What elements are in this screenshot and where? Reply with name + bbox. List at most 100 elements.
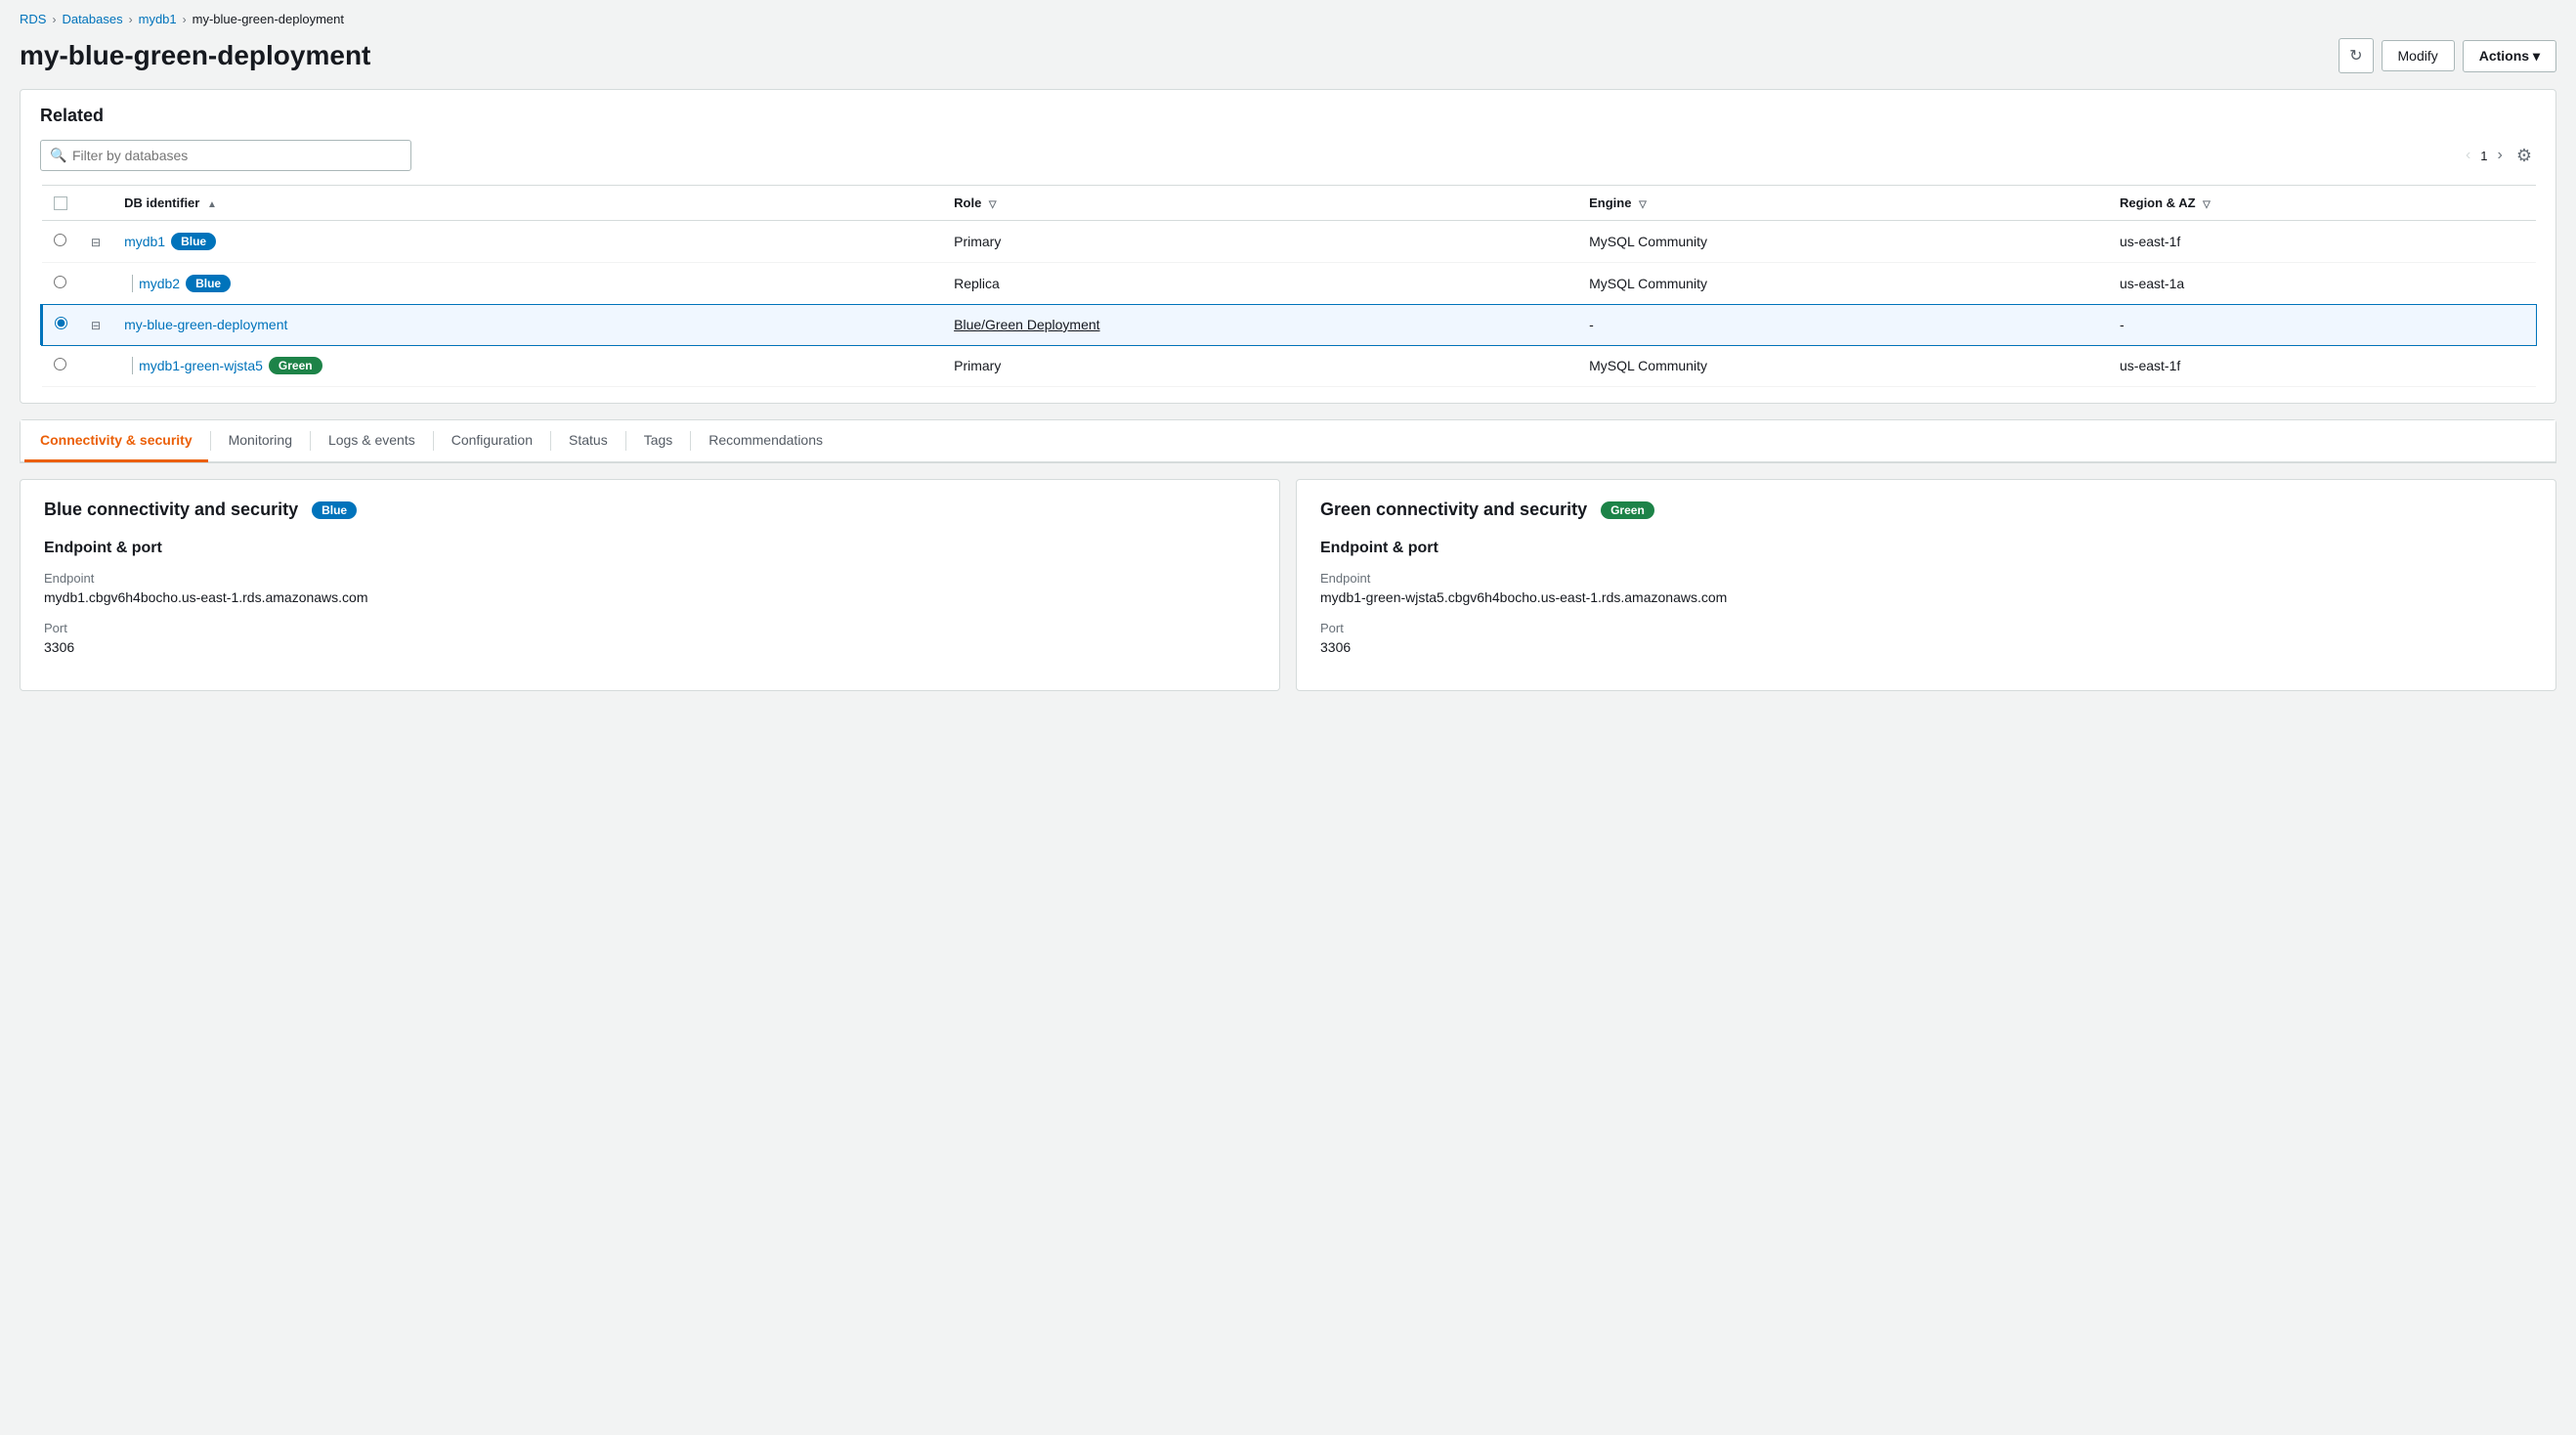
blue-panel: Blue connectivity and security Blue Endp… xyxy=(20,479,1280,691)
table-row[interactable]: mydb2 Blue ReplicaMySQL Communityus-east-1… xyxy=(42,263,2537,305)
breadcrumb-databases[interactable]: Databases xyxy=(62,12,122,26)
tab-item-logs-events[interactable]: Logs & events xyxy=(313,420,431,462)
tab-separator xyxy=(310,431,311,451)
row-expand-cell xyxy=(79,345,112,387)
row-radio[interactable] xyxy=(55,317,67,329)
refresh-button[interactable]: ↻ xyxy=(2339,38,2373,73)
page-header: my-blue-green-deployment ↻ Modify Action… xyxy=(0,32,2576,89)
row-region-cell: us-east-1f xyxy=(2108,221,2536,263)
row-radio[interactable] xyxy=(54,234,66,246)
tabs-bar: Connectivity & securityMonitoringLogs & … xyxy=(21,420,2555,462)
green-panel-badge: Green xyxy=(1601,501,1654,519)
tabs-section: Connectivity & securityMonitoringLogs & … xyxy=(20,419,2556,463)
related-table: DB identifier ▲ Role ▽ Engine ▽ Region &… xyxy=(40,185,2536,387)
tab-item-recommendations[interactable]: Recommendations xyxy=(693,420,838,462)
row-engine-cell: MySQL Community xyxy=(1577,221,2108,263)
actions-button[interactable]: Actions ▾ xyxy=(2463,40,2556,72)
blue-panel-badge: Blue xyxy=(312,501,357,519)
row-db-identifier-cell: my-blue-green-deployment xyxy=(112,305,942,345)
table-settings-button[interactable]: ⚙ xyxy=(2512,144,2536,168)
blue-endpoint-label: Endpoint xyxy=(44,571,1256,586)
page-number: 1 xyxy=(2480,149,2487,163)
green-port-label: Port xyxy=(1320,621,2532,635)
blue-port-value: 3306 xyxy=(44,639,1256,655)
col-expand xyxy=(79,186,112,221)
filter-input[interactable] xyxy=(40,140,411,171)
tab-item-monitoring[interactable]: Monitoring xyxy=(213,420,308,462)
breadcrumb: RDS › Databases › mydb1 › my-blue-green-… xyxy=(0,0,2576,32)
row-radio-cell[interactable] xyxy=(42,221,80,263)
prev-page-button[interactable]: ‹ xyxy=(2462,145,2474,166)
breadcrumb-mydb1[interactable]: mydb1 xyxy=(139,12,177,26)
tab-item-configuration[interactable]: Configuration xyxy=(436,420,548,462)
tab-item-tags[interactable]: Tags xyxy=(628,420,689,462)
db-identifier-link[interactable]: mydb2 xyxy=(139,276,180,291)
select-all-checkbox[interactable] xyxy=(54,196,67,210)
next-page-button[interactable]: › xyxy=(2494,145,2507,166)
db-badge: Blue xyxy=(186,275,231,292)
row-expand-cell[interactable]: ⊟ xyxy=(79,305,112,345)
modify-button[interactable]: Modify xyxy=(2382,40,2455,71)
filter-input-wrap: 🔍 xyxy=(40,140,411,171)
indent-line xyxy=(132,275,133,292)
row-region-cell: us-east-1f xyxy=(2108,345,2536,387)
expand-icon[interactable]: ⊟ xyxy=(91,319,101,332)
header-actions: ↻ Modify Actions ▾ xyxy=(2339,38,2556,73)
tab-separator xyxy=(210,431,211,451)
row-db-identifier-cell: mydb1 Blue xyxy=(112,221,942,263)
expand-icon[interactable]: ⊟ xyxy=(91,236,101,249)
db-identifier-link[interactable]: mydb1-green-wjsta5 xyxy=(139,358,263,373)
breadcrumb-current: my-blue-green-deployment xyxy=(193,12,344,26)
db-badge: Green xyxy=(269,357,322,374)
page-title: my-blue-green-deployment xyxy=(20,40,370,71)
blue-port-label: Port xyxy=(44,621,1256,635)
col-engine: Engine ▽ xyxy=(1577,186,2108,221)
row-role-cell: Replica xyxy=(942,263,1577,305)
row-region-cell: - xyxy=(2108,305,2536,345)
tab-separator xyxy=(550,431,551,451)
related-title: Related xyxy=(40,106,2536,126)
row-radio[interactable] xyxy=(54,276,66,288)
content-panels: Blue connectivity and security Blue Endp… xyxy=(0,463,2576,707)
blue-endpoint-value: mydb1.cbgv6h4bocho.us-east-1.rds.amazona… xyxy=(44,589,1256,605)
green-port-value: 3306 xyxy=(1320,639,2532,655)
row-role-cell: Primary xyxy=(942,345,1577,387)
sort-region-icon: ▽ xyxy=(2203,199,2211,210)
col-db-identifier: DB identifier ▲ xyxy=(112,186,942,221)
pagination-controls: ‹ 1 › ⚙ xyxy=(2462,144,2536,168)
row-role-cell: Primary xyxy=(942,221,1577,263)
breadcrumb-sep-2: › xyxy=(129,13,133,26)
row-radio-cell[interactable] xyxy=(42,263,80,305)
row-region-cell: us-east-1a xyxy=(2108,263,2536,305)
related-card: Related 🔍 ‹ 1 › ⚙ xyxy=(20,89,2556,404)
sort-db-identifier-icon: ▲ xyxy=(207,199,217,210)
row-radio-cell[interactable] xyxy=(42,305,80,345)
table-row[interactable]: ⊟ mydb1 Blue PrimaryMySQL Communityus-east-… xyxy=(42,221,2537,263)
db-badge: Blue xyxy=(171,233,216,250)
table-row[interactable]: ⊟my-blue-green-deploymentBlue/Green Depl… xyxy=(42,305,2537,345)
row-engine-cell: - xyxy=(1577,305,2108,345)
breadcrumb-rds[interactable]: RDS xyxy=(20,12,46,26)
row-radio[interactable] xyxy=(54,358,66,370)
sort-role-icon: ▽ xyxy=(989,199,997,210)
breadcrumb-sep-3: › xyxy=(183,13,187,26)
search-icon: 🔍 xyxy=(50,148,66,164)
tab-separator xyxy=(625,431,626,451)
table-row[interactable]: mydb1-green-wjsta5GreenPrimaryMySQL Comm… xyxy=(42,345,2537,387)
row-expand-cell[interactable]: ⊟ xyxy=(79,221,112,263)
db-identifier-link[interactable]: my-blue-green-deployment xyxy=(124,317,287,332)
tab-separator xyxy=(433,431,434,451)
row-radio-cell[interactable] xyxy=(42,345,80,387)
row-expand-cell xyxy=(79,263,112,305)
tab-item-connectivity-security[interactable]: Connectivity & security xyxy=(24,420,208,462)
row-engine-cell: MySQL Community xyxy=(1577,263,2108,305)
breadcrumb-sep-1: › xyxy=(52,13,56,26)
green-panel-title: Green connectivity and security Green xyxy=(1320,500,2532,520)
db-identifier-link[interactable]: mydb1 xyxy=(124,234,165,249)
tab-item-status[interactable]: Status xyxy=(553,420,623,462)
col-role: Role ▽ xyxy=(942,186,1577,221)
col-region: Region & AZ ▽ xyxy=(2108,186,2536,221)
tab-separator xyxy=(690,431,691,451)
indent-line xyxy=(132,357,133,374)
green-endpoint-label: Endpoint xyxy=(1320,571,2532,586)
